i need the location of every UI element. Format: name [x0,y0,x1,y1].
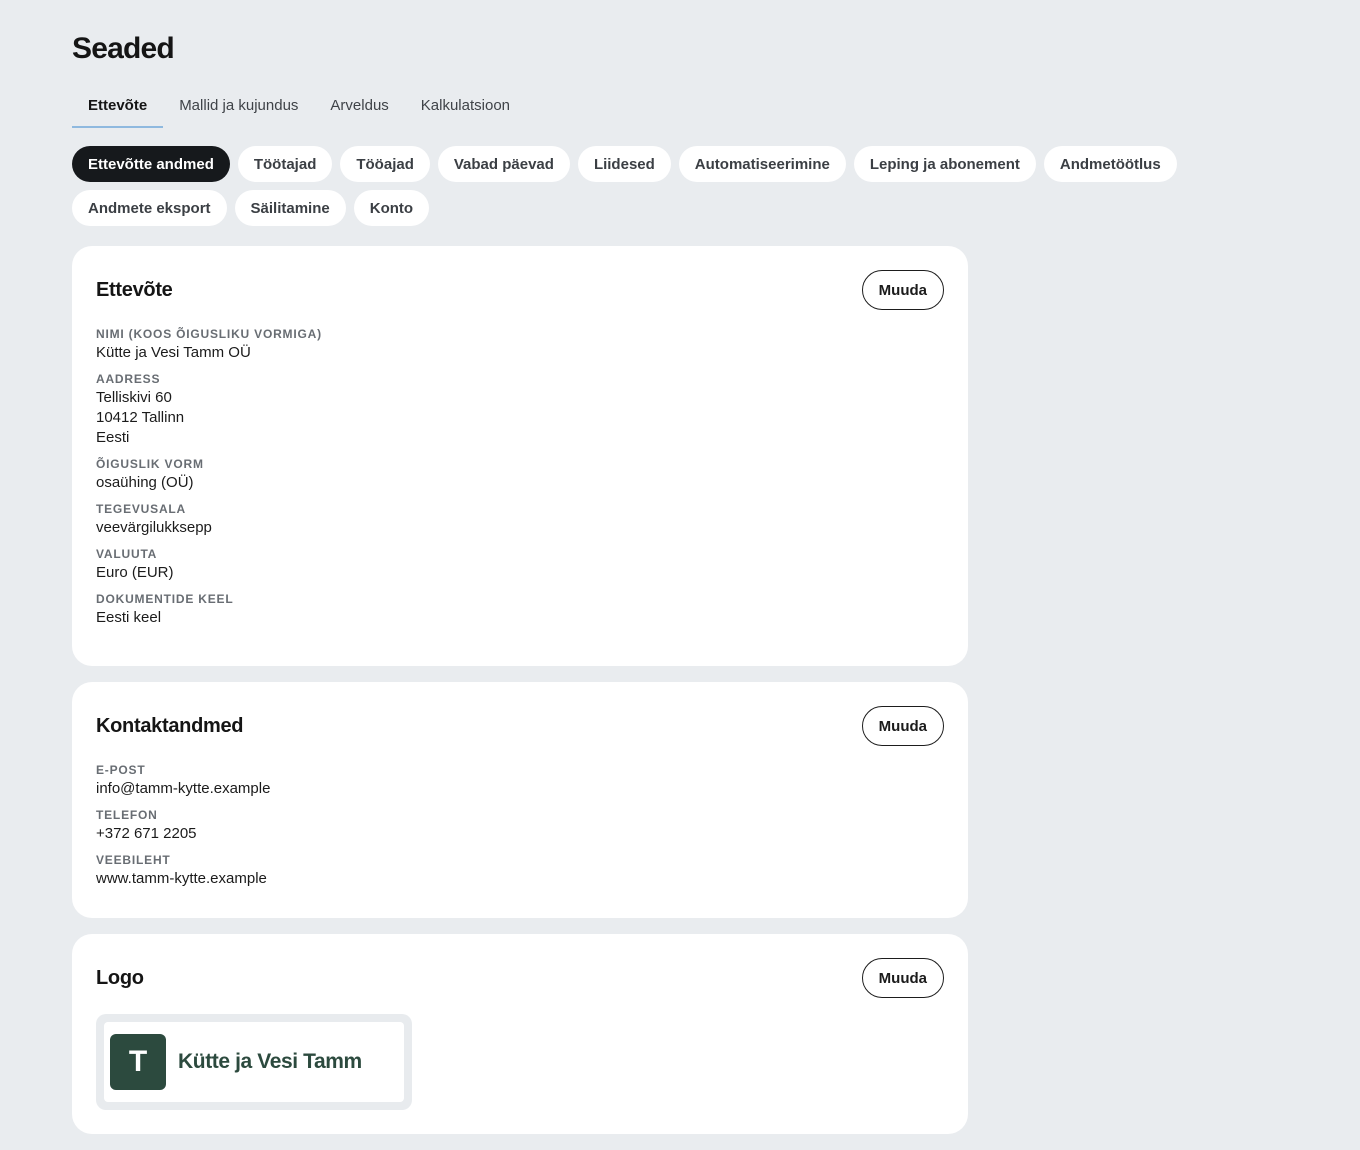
pill-liidesed[interactable]: Liidesed [577,146,671,182]
field-value: www.tamm-kytte.example [96,870,267,887]
field-value: Euro (EUR) [96,564,174,581]
tab-ettevote[interactable]: Ettevõte [72,86,164,128]
field-value: osaühing (OÜ) [96,474,194,491]
field-label: Aadress [96,372,161,386]
field-label: Õiguslik vorm [96,457,204,471]
field-label: Dokumentide keel [96,592,234,606]
contact-edit-button[interactable]: Muuda [861,706,944,746]
company-card-title: Ettevõte [96,278,173,301]
field-label: Veebileht [96,853,171,867]
field-label: E-post [96,763,146,777]
field-label: Nimi (koos õigusliku vormiga) [96,327,322,341]
logo-card-title: Logo [96,966,144,989]
pill-andmetootlus[interactable]: Andmetöötlus [1043,146,1177,182]
address-city: 10412 Tallinn [96,409,185,426]
field-legal-form: Õiguslik vorm osaühing (OÜ) [96,456,944,493]
company-card: Ettevõte Muuda Nimi (koos õigusliku vorm… [72,246,968,666]
field-value: Eesti keel [96,609,162,626]
pill-leping-ja-abonement[interactable]: Leping ja abonement [853,146,1036,182]
logo-image: T Kütte ja Vesi Tamm [104,1022,404,1102]
logo-company-text: Kütte ja Vesi Tamm [178,1050,362,1073]
pill-konto[interactable]: Konto [353,190,430,226]
pill-tooajad[interactable]: Tööajad [340,146,430,182]
address-country: Eesti [96,429,130,446]
address-street: Telliskivi 60 [96,389,172,406]
pill-automatiseerimine[interactable]: Automatiseerimine [678,146,846,182]
logo-preview: T Kütte ja Vesi Tamm [96,1014,412,1110]
pill-andmete-eksport[interactable]: Andmete eksport [72,190,227,226]
tab-mallid-ja-kujundus[interactable]: Mallid ja kujundus [163,86,314,128]
logo-card: Logo Muuda T Kütte ja Vesi Tamm [72,934,968,1134]
company-edit-button[interactable]: Muuda [861,270,944,310]
section-subnav: Ettevõtte andmed Töötajad Tööajad Vabad … [72,146,1302,226]
field-value: info@tamm-kytte.example [96,780,271,797]
field-website: Veebileht www.tamm-kytte.example [96,852,944,889]
company-fields: Nimi (koos õigusliku vormiga) Kütte ja V… [96,326,944,628]
field-address: Aadress Telliskivi 60 10412 Tallinn Eest… [96,371,944,448]
field-phone: Telefon +372 671 2205 [96,807,944,844]
contact-fields: E-post info@tamm-kytte.example Telefon +… [96,762,944,889]
field-label: Telefon [96,808,158,822]
contact-card: Kontaktandmed Muuda E-post info@tamm-kyt… [72,682,968,918]
settings-tabs: Ettevõte Mallid ja kujundus Arveldus Kal… [72,86,526,130]
tab-arveldus[interactable]: Arveldus [314,86,404,128]
field-label: Valuuta [96,547,158,561]
logo-edit-button[interactable]: Muuda [861,958,944,998]
field-label: Tegevusala [96,502,187,516]
company-card-header: Ettevõte Muuda [96,270,944,310]
field-value: veevärgilukksepp [96,519,212,536]
field-activity: Tegevusala veevärgilukksepp [96,501,944,538]
tab-kalkulatsioon[interactable]: Kalkulatsioon [405,86,526,128]
field-currency: Valuuta Euro (EUR) [96,546,944,583]
field-value: +372 671 2205 [96,825,197,842]
pill-sailitamine[interactable]: Säilitamine [234,190,346,226]
logo-card-header: Logo Muuda [96,958,944,998]
field-document-language: Dokumentide keel Eesti keel [96,591,944,628]
pill-vabad-paevad[interactable]: Vabad päevad [437,146,570,182]
field-value: Kütte ja Vesi Tamm OÜ [96,344,251,361]
logo-mark: T [110,1034,166,1090]
page-title: Seaded [72,32,175,65]
field-company-name: Nimi (koos õigusliku vormiga) Kütte ja V… [96,326,944,363]
contact-card-title: Kontaktandmed [96,714,244,737]
pill-tootajad[interactable]: Töötajad [237,146,333,182]
contact-card-header: Kontaktandmed Muuda [96,706,944,746]
field-email: E-post info@tamm-kytte.example [96,762,944,799]
pill-ettevotte-andmed[interactable]: Ettevõtte andmed [72,146,230,182]
